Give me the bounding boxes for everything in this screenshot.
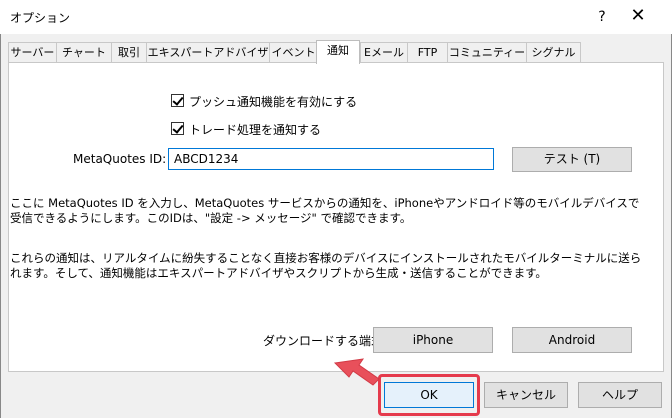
- download-label: ダウンロードする端末:: [263, 334, 388, 348]
- tab-notifications[interactable]: 通知: [316, 40, 360, 64]
- title-bar: オプション ? ✕: [0, 0, 672, 34]
- tab-ftp[interactable]: FTP: [407, 42, 448, 62]
- close-icon[interactable]: ✕: [628, 5, 648, 27]
- cancel-button[interactable]: キャンセル: [484, 382, 568, 408]
- tab-server[interactable]: サーバー: [8, 42, 57, 62]
- tab-events[interactable]: イベント: [269, 42, 318, 62]
- info-text-2: これらの通知は、リアルタイムに紛失することなく直接お客様のデバイスにインストール…: [10, 251, 642, 280]
- highlight-box: [378, 374, 480, 416]
- tab-chart[interactable]: チャート: [56, 42, 112, 62]
- help-button[interactable]: ヘルプ: [578, 382, 662, 408]
- push-enable-label: プッシュ通知機能を有効にする: [189, 95, 358, 109]
- help-icon[interactable]: ?: [592, 7, 612, 27]
- checkmark-icon: [172, 122, 184, 134]
- android-button[interactable]: Android: [512, 327, 632, 353]
- window-title: オプション: [10, 11, 71, 25]
- iphone-button[interactable]: iPhone: [373, 327, 493, 353]
- checkmark-icon: [172, 94, 184, 106]
- tab-email[interactable]: Eメール: [360, 42, 408, 62]
- info-text-1: ここに MetaQuotes ID を入力し、MetaQuotes サービスから…: [10, 196, 640, 225]
- push-enable-checkbox[interactable]: [171, 94, 184, 107]
- tab-trade[interactable]: 取引: [111, 42, 147, 62]
- tab-signals[interactable]: シグナル: [526, 42, 581, 62]
- test-button[interactable]: テスト (T): [512, 147, 632, 172]
- pointer-arrow-icon: [333, 358, 380, 386]
- trade-notify-label: トレード処理を通知する: [189, 123, 322, 137]
- metaquotes-id-label: MetaQuotes ID:: [73, 152, 167, 166]
- trade-notify-checkbox[interactable]: [171, 122, 184, 135]
- tab-community[interactable]: コミュニティー: [447, 42, 527, 62]
- metaquotes-id-input[interactable]: ABCD1234: [168, 148, 494, 170]
- tab-expert-advisors[interactable]: エキスパートアドバイザ: [146, 42, 270, 62]
